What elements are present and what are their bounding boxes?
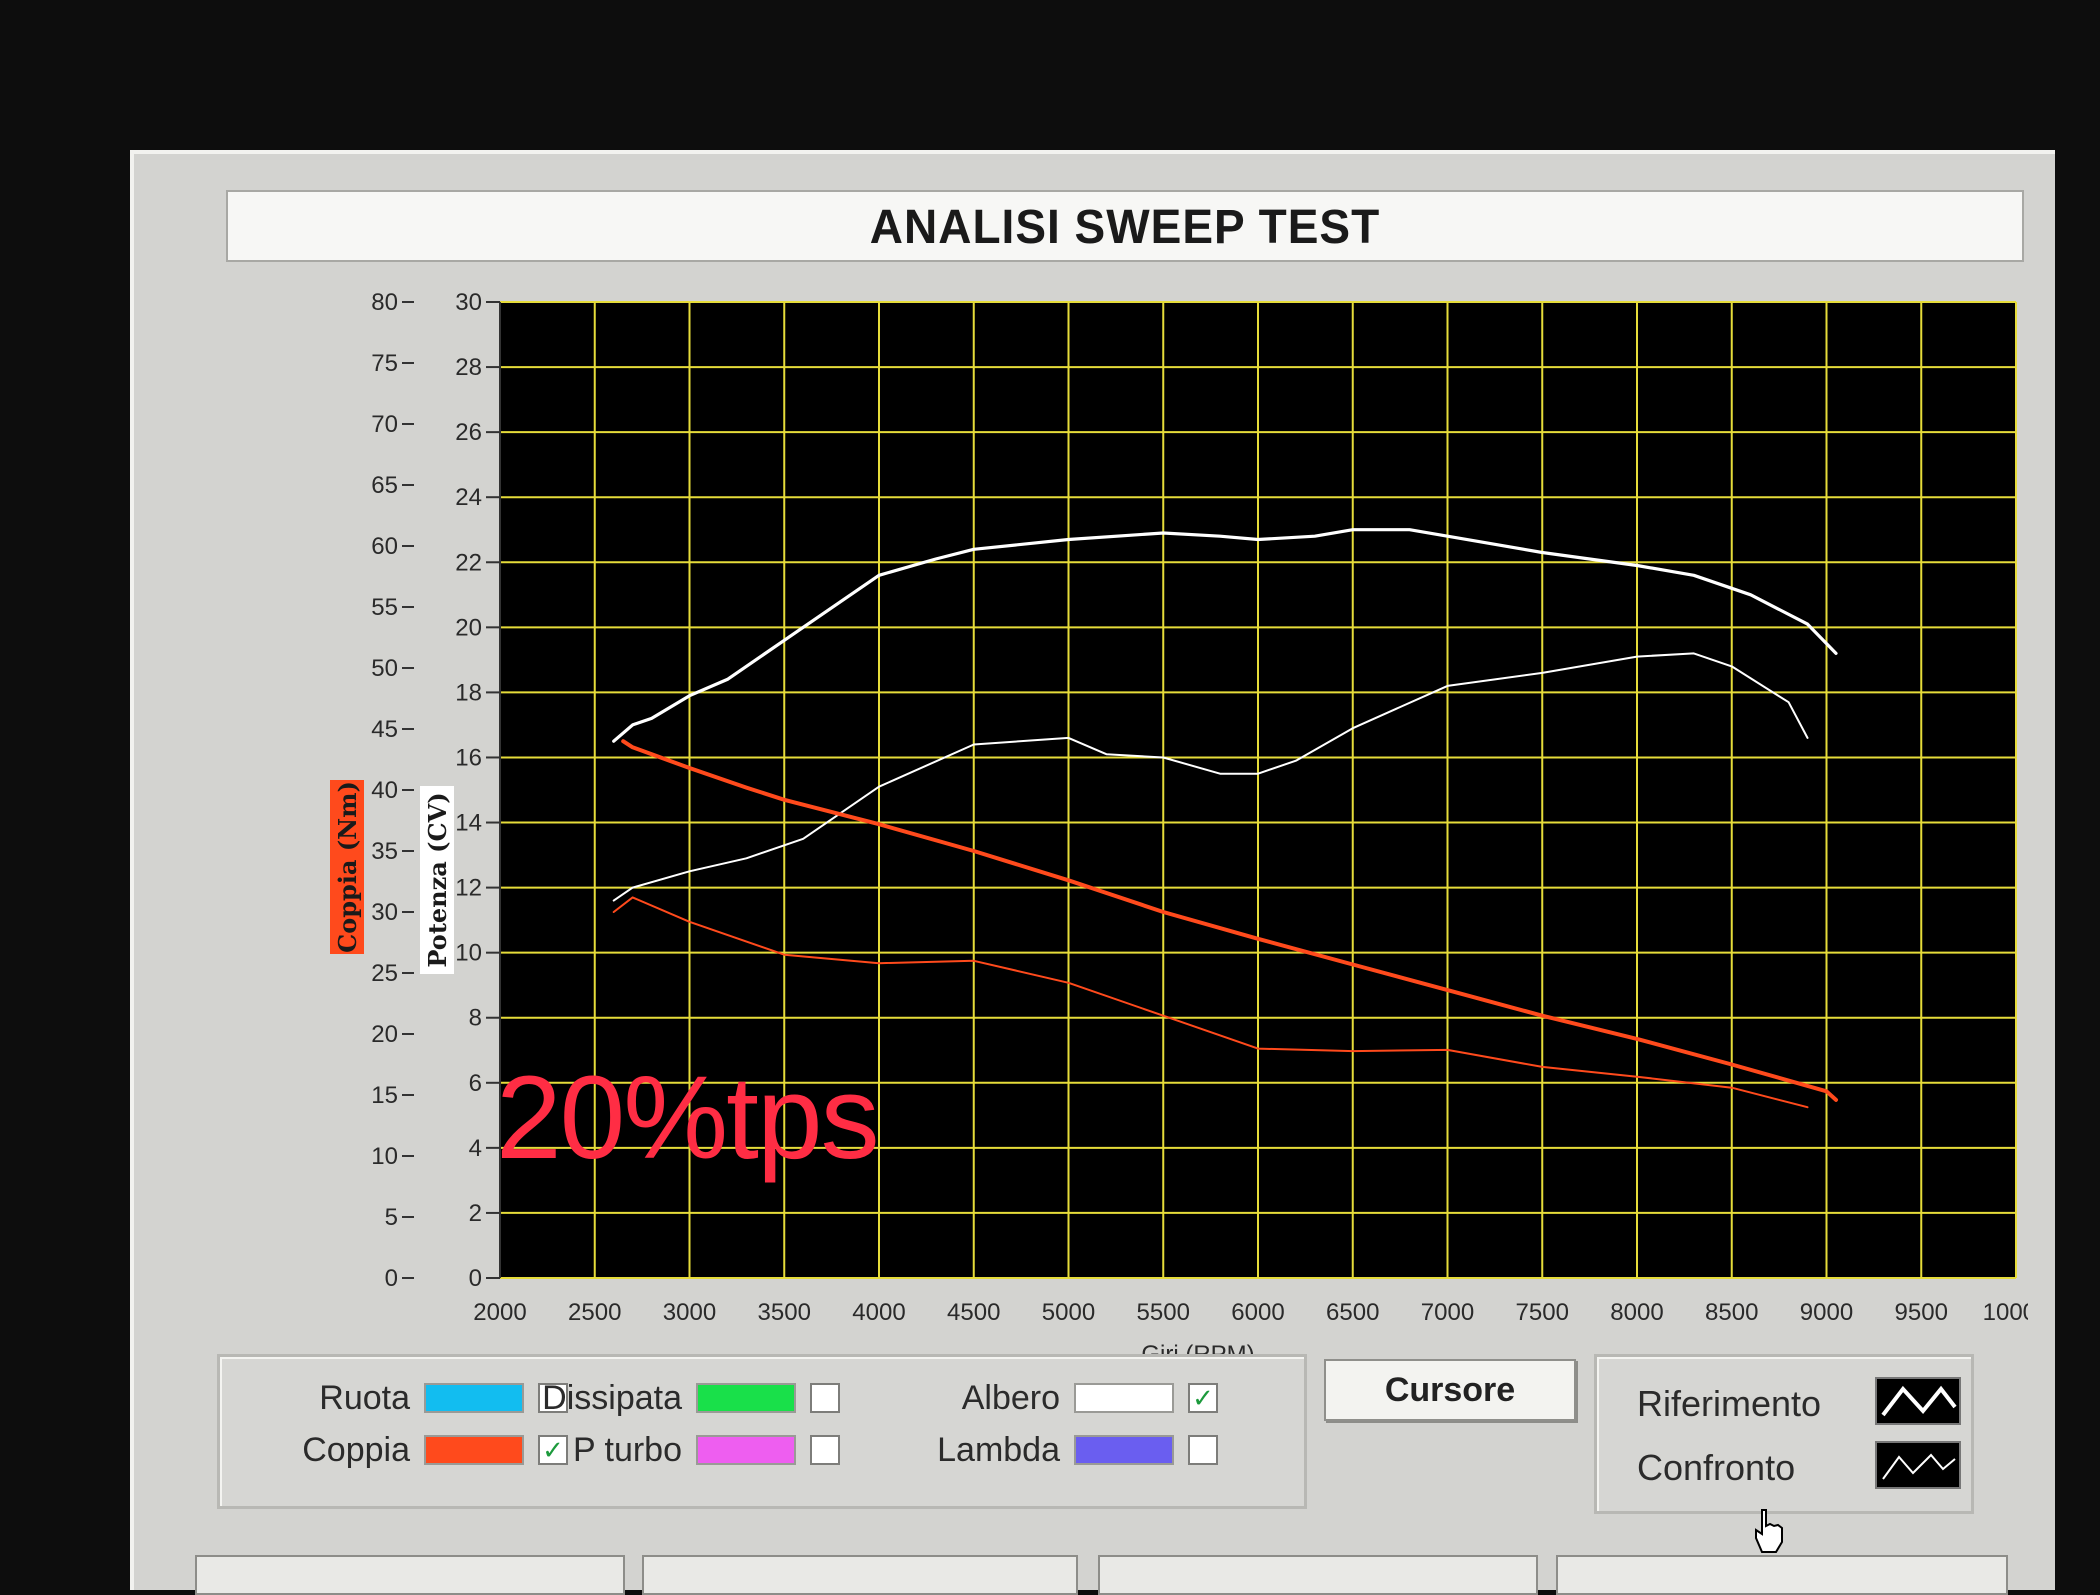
sweep-test-window: ANALISI SWEEP TEST 2000 2500 3000 3500 4000 4… <box>130 150 2055 1590</box>
legend-item-dissipata: Dissipata <box>530 1375 840 1421</box>
y-left-tick-label: 35 <box>371 838 398 865</box>
y-right-tick-label: 28 <box>455 354 482 381</box>
legend-label: P turbo <box>572 1430 682 1469</box>
confronto-wave-icon[interactable] <box>1875 1441 1961 1489</box>
legend-label: Ruota <box>319 1378 410 1417</box>
legend-label: Coppia <box>302 1430 410 1469</box>
x-tick-label: 8000 <box>1610 1299 1663 1326</box>
x-tick-label: 3000 <box>663 1299 716 1326</box>
x-tick-label: 4500 <box>947 1299 1000 1326</box>
y-right-tick-label: 20 <box>455 614 482 641</box>
y-left-tick-label: 30 <box>371 899 398 926</box>
y-left-tick-label: 40 <box>371 777 398 804</box>
y-right-tick-label: 18 <box>455 679 482 706</box>
y-right-tick-label: 2 <box>469 1200 482 1227</box>
x-tick-label: 3500 <box>758 1299 811 1326</box>
x-tick-label: 7000 <box>1421 1299 1474 1326</box>
confronto-label: Confronto <box>1637 1447 1796 1488</box>
legend-item-lambda: Lambda <box>900 1427 1218 1473</box>
x-tick-label: 2000 <box>473 1299 526 1326</box>
legend-color-swatch[interactable] <box>1074 1383 1174 1413</box>
hand-cursor-icon <box>1755 1509 1783 1553</box>
y-right-tick-label: 0 <box>469 1265 482 1292</box>
y-right-axis-title: Potenza (CV) <box>423 792 452 967</box>
y-left-tick-label: 45 <box>371 716 398 743</box>
y-right-tick-label: 24 <box>455 484 482 511</box>
tps-annotation: 20%tps <box>496 1052 880 1184</box>
legend-label: Albero <box>961 1378 1060 1417</box>
riferimento-wave-icon[interactable] <box>1875 1377 1961 1425</box>
legend-color-swatch[interactable] <box>424 1383 524 1413</box>
legend-color-swatch[interactable] <box>1074 1435 1174 1465</box>
y-left-tick-label: 25 <box>371 960 398 987</box>
x-tick-label: 10000 <box>1983 1299 2028 1326</box>
y-left-tick-label: 80 <box>371 289 398 316</box>
x-tick-label: 4000 <box>852 1299 905 1326</box>
legend-item-albero: Albero ✓ <box>900 1375 1218 1421</box>
y-right-tick-label: 4 <box>469 1135 482 1162</box>
x-tick-label: 8500 <box>1705 1299 1758 1326</box>
y-left-tick-label: 0 <box>385 1265 398 1292</box>
legend-color-swatch[interactable] <box>424 1435 524 1465</box>
legend-label: Lambda <box>937 1430 1060 1469</box>
y-right-tick-label: 10 <box>455 940 482 967</box>
y-right-tick-label: 26 <box>455 419 482 446</box>
cursor-button[interactable]: Cursore <box>1324 1359 1576 1421</box>
reference-panel: Riferimento Confronto <box>1594 1354 1974 1514</box>
y-left-axis-title: Coppia (Nm) <box>333 781 362 953</box>
x-tick-label: 6000 <box>1231 1299 1284 1326</box>
y-left-tick-label: 20 <box>371 1021 398 1048</box>
y-left-tick-label: 10 <box>371 1143 398 1170</box>
y-right-tick-label: 22 <box>455 549 482 576</box>
x-tick-label: 7500 <box>1516 1299 1569 1326</box>
bottom-button-3[interactable] <box>1098 1555 1538 1595</box>
legend-color-swatch[interactable] <box>696 1435 796 1465</box>
y-left-label-group: Coppia (Nm) <box>330 780 364 954</box>
y-left-tick-label: 5 <box>385 1204 398 1231</box>
trace-legend: Ruota Coppia ✓ Dissipata P turbo Albero ✓ Lambd… <box>217 1354 1307 1509</box>
y-left-tick-label: 65 <box>371 472 398 499</box>
y-right-tick-label: 30 <box>455 289 482 316</box>
y-left-tick-label: 75 <box>371 350 398 377</box>
y-right-tick-label: 8 <box>469 1005 482 1032</box>
legend-checkbox[interactable] <box>1188 1435 1218 1465</box>
window-title: ANALISI SWEEP TEST <box>869 198 1381 254</box>
title-bar: ANALISI SWEEP TEST <box>226 190 2024 262</box>
x-tick-label: 9500 <box>1895 1299 1948 1326</box>
x-tick-label: 5000 <box>1042 1299 1095 1326</box>
x-tick-label: 5500 <box>1137 1299 1190 1326</box>
legend-item-coppia: Coppia ✓ <box>260 1427 568 1473</box>
dyno-chart: 2000 2500 3000 3500 4000 4500 5000 5500 6000 6500… <box>330 289 2028 1368</box>
legend-checkbox[interactable] <box>810 1435 840 1465</box>
legend-item-ruota: Ruota <box>260 1375 568 1421</box>
y-left-tick-label: 15 <box>371 1082 398 1109</box>
y-left-tick-label: 50 <box>371 655 398 682</box>
y-right-tick-label: 14 <box>455 810 482 837</box>
bottom-button-4[interactable] <box>1556 1555 2008 1595</box>
y-left-tick-label: 70 <box>371 411 398 438</box>
y-right-tick-label: 16 <box>455 744 482 771</box>
bottom-button-1[interactable] <box>195 1555 625 1595</box>
y-right-tick-label: 12 <box>455 875 482 902</box>
riferimento-label: Riferimento <box>1637 1383 1822 1424</box>
y-right-tick-label: 6 <box>469 1070 482 1097</box>
x-tick-label: 2500 <box>568 1299 621 1326</box>
y-left-tick-label: 60 <box>371 533 398 560</box>
y-left-tick-label: 55 <box>371 594 398 621</box>
legend-item-p-turbo: P turbo <box>530 1427 840 1473</box>
bottom-button-2[interactable] <box>642 1555 1078 1595</box>
legend-color-swatch[interactable] <box>696 1383 796 1413</box>
legend-label: Dissipata <box>542 1378 682 1417</box>
legend-checkbox[interactable]: ✓ <box>1188 1383 1218 1413</box>
x-tick-label: 6500 <box>1326 1299 1379 1326</box>
y-right-label-group: Potenza (CV) <box>420 786 454 974</box>
x-tick-label: 9000 <box>1800 1299 1853 1326</box>
legend-checkbox[interactable] <box>810 1383 840 1413</box>
chart-panel: 2000 2500 3000 3500 4000 4500 5000 5500 6000 6500… <box>148 278 2028 1488</box>
